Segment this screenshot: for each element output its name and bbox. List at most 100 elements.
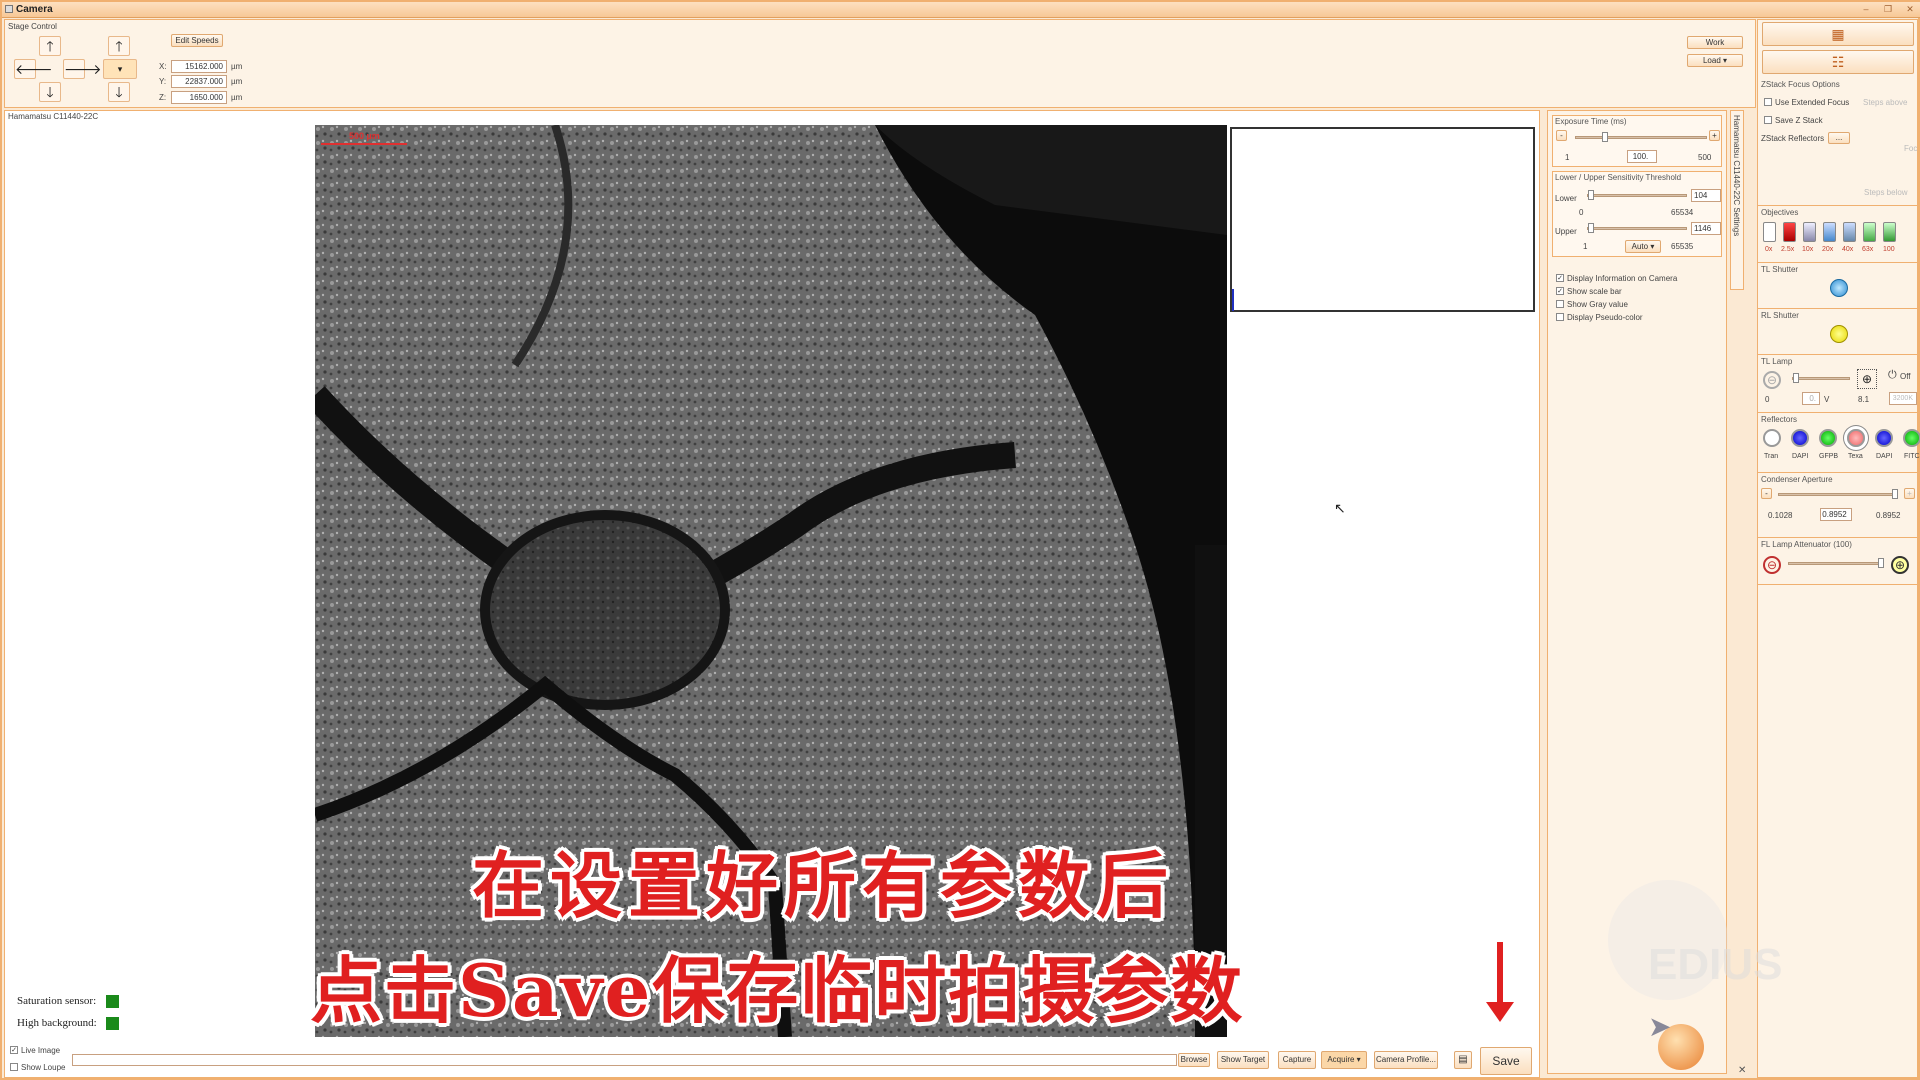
condenser-increase-button[interactable]: +: [1904, 488, 1915, 499]
tl-lamp-power-icon[interactable]: ⏻: [1888, 369, 1897, 382]
save-zstack-checkbox[interactable]: [1764, 116, 1772, 124]
objective-label: 40x: [1842, 246, 1854, 253]
notes-icon[interactable]: ▤: [1454, 1051, 1472, 1069]
steps-below-label: Steps below: [1864, 188, 1908, 197]
edius-watermark-text: EDIUS: [1648, 940, 1783, 989]
pseudo-color-checkbox[interactable]: [1556, 313, 1564, 321]
upper-threshold-field[interactable]: 1146: [1691, 222, 1721, 235]
upper-threshold-slider[interactable]: [1587, 223, 1687, 233]
load-select[interactable]: Load ▾: [1687, 54, 1743, 67]
reflector-dapi-2-button[interactable]: [1875, 429, 1893, 447]
zstack-icon[interactable]: ☷: [1762, 50, 1914, 74]
objective-20x-button[interactable]: [1823, 222, 1836, 242]
save-button[interactable]: Save: [1480, 1047, 1532, 1075]
show-loupe-checkbox[interactable]: [10, 1063, 18, 1071]
tl-shutter-section: TL Shutter: [1758, 262, 1919, 306]
browse-button[interactable]: Browse: [1178, 1053, 1210, 1067]
exposure-increase-button[interactable]: +: [1709, 130, 1720, 141]
overview-thumbnail[interactable]: [1230, 127, 1535, 312]
lower-threshold-field[interactable]: 104: [1691, 189, 1721, 202]
objective-2-5x-button[interactable]: [1783, 222, 1796, 242]
zstack-reflectors-button[interactable]: ...: [1828, 132, 1850, 144]
reflector-label: Tran: [1764, 453, 1779, 460]
objective-100x-button[interactable]: [1883, 222, 1896, 242]
tl-lamp-decrease-icon[interactable]: ⊖: [1763, 371, 1781, 389]
show-gray-value-checkbox[interactable]: [1556, 300, 1564, 308]
rl-shutter-title: RL Shutter: [1761, 311, 1799, 320]
stage-right-button[interactable]: 🡒: [63, 59, 102, 79]
focus-map-icon[interactable]: ▦: [1762, 22, 1914, 46]
objective-40x-button[interactable]: [1843, 222, 1856, 242]
edit-speeds-button[interactable]: Edit Speeds: [171, 34, 223, 47]
sensitivity-section: Lower / Upper Sensitivity Threshold Lowe…: [1552, 171, 1722, 257]
tl-lamp-slider[interactable]: [1792, 373, 1850, 383]
tl-lamp-min: 0: [1765, 395, 1770, 404]
show-target-button[interactable]: Show Target: [1217, 1051, 1269, 1069]
acquire-label: Acquire: [1327, 1055, 1355, 1064]
exposure-decrease-button[interactable]: -: [1556, 130, 1567, 141]
close-icon[interactable]: ✕: [1902, 4, 1918, 15]
acquire-select[interactable]: Acquire ▾: [1321, 1051, 1367, 1069]
reflector-dapi-button[interactable]: [1791, 429, 1809, 447]
objective-label: 100: [1883, 246, 1895, 253]
exposure-min: 1: [1565, 153, 1570, 162]
z-down-button[interactable]: 🡓: [108, 82, 130, 102]
condenser-max: 0.8952: [1876, 511, 1901, 520]
x-unit: µm: [231, 62, 243, 71]
red-arrow-head: [1486, 1002, 1514, 1022]
panel-close-icon[interactable]: ✕: [1738, 1065, 1746, 1076]
z-up-button[interactable]: 🡑: [108, 36, 130, 56]
fl-lamp-increase-icon[interactable]: ⊕: [1891, 556, 1909, 574]
camera-settings-tab[interactable]: Hamamatsu C11440-22C Settings: [1730, 110, 1744, 290]
z-label: Z:: [159, 93, 167, 102]
work-button[interactable]: Work: [1687, 36, 1743, 49]
x-position-field[interactable]: 15162.000: [171, 60, 227, 73]
maximize-icon[interactable]: ❐: [1880, 4, 1896, 15]
title-bar: Camera – ❐ ✕: [2, 2, 1920, 18]
extended-focus-checkbox[interactable]: [1764, 98, 1772, 106]
fl-lamp-decrease-icon[interactable]: ⊖: [1763, 556, 1781, 574]
tl-lamp-temp-field[interactable]: 3200K: [1889, 392, 1917, 405]
app-icon: [5, 5, 13, 13]
y-position-field[interactable]: 22837.000: [171, 75, 227, 88]
exposure-title: Exposure Time (ms): [1555, 117, 1627, 126]
tl-lamp-value-field[interactable]: 0.: [1802, 392, 1820, 405]
condenser-slider[interactable]: [1778, 489, 1898, 499]
display-info-checkbox[interactable]: ✓: [1556, 274, 1564, 282]
microscope-control-panel: ▦ ☷ ZStack Focus Options Use Extended Fo…: [1608, 19, 1920, 1078]
reflector-fitc-button[interactable]: [1903, 429, 1920, 447]
stage-up-button[interactable]: 🡑: [39, 36, 61, 56]
stage-control-panel: Stage Control 🡑 🡐 🡒 🡓 🡑 ▾ 🡓 Edit Speeds …: [4, 19, 1756, 108]
z-position-field[interactable]: 1650.000: [171, 91, 227, 104]
live-image-label: Live Image: [21, 1046, 61, 1055]
objective-63x-button[interactable]: [1863, 222, 1876, 242]
show-scale-bar-checkbox[interactable]: ✓: [1556, 287, 1564, 295]
threshold-mode-select[interactable]: Auto ▾: [1625, 240, 1661, 253]
tl-shutter-toggle-icon[interactable]: [1830, 279, 1848, 297]
reflector-gfpb-button[interactable]: [1819, 429, 1837, 447]
stage-down-button[interactable]: 🡓: [39, 82, 61, 102]
objective-0x-button[interactable]: [1763, 222, 1776, 242]
reflector-tran-button[interactable]: [1763, 429, 1781, 447]
condenser-decrease-button[interactable]: -: [1761, 488, 1772, 499]
rl-shutter-toggle-icon[interactable]: [1830, 325, 1848, 343]
objective-10x-button[interactable]: [1803, 222, 1816, 242]
minimize-icon[interactable]: –: [1858, 4, 1874, 15]
exposure-value-field[interactable]: 100.: [1627, 150, 1657, 163]
fl-lamp-slider[interactable]: [1788, 558, 1884, 568]
file-path-field[interactable]: [72, 1054, 1177, 1066]
capture-button[interactable]: Capture: [1278, 1051, 1316, 1069]
exposure-slider[interactable]: [1575, 132, 1707, 142]
lower-label: Lower: [1555, 194, 1577, 203]
stage-left-button[interactable]: 🡐: [14, 59, 53, 79]
z-step-select[interactable]: ▾: [103, 59, 137, 79]
extended-focus-label: Use Extended Focus: [1775, 98, 1850, 107]
lower-threshold-slider[interactable]: [1587, 190, 1687, 200]
mouse-cursor-icon: ↖: [1334, 500, 1346, 516]
live-image-checkbox[interactable]: ✓: [10, 1046, 18, 1054]
tl-lamp-increase-icon[interactable]: ⊕: [1857, 369, 1877, 389]
condenser-value-field[interactable]: 0.8952: [1820, 508, 1852, 521]
fl-lamp-section: FL Lamp Attenuator (100) ⊖ ⊕: [1758, 537, 1919, 585]
reflector-texa-button[interactable]: [1847, 429, 1865, 447]
camera-profile-button[interactable]: Camera Profile...: [1374, 1051, 1438, 1069]
